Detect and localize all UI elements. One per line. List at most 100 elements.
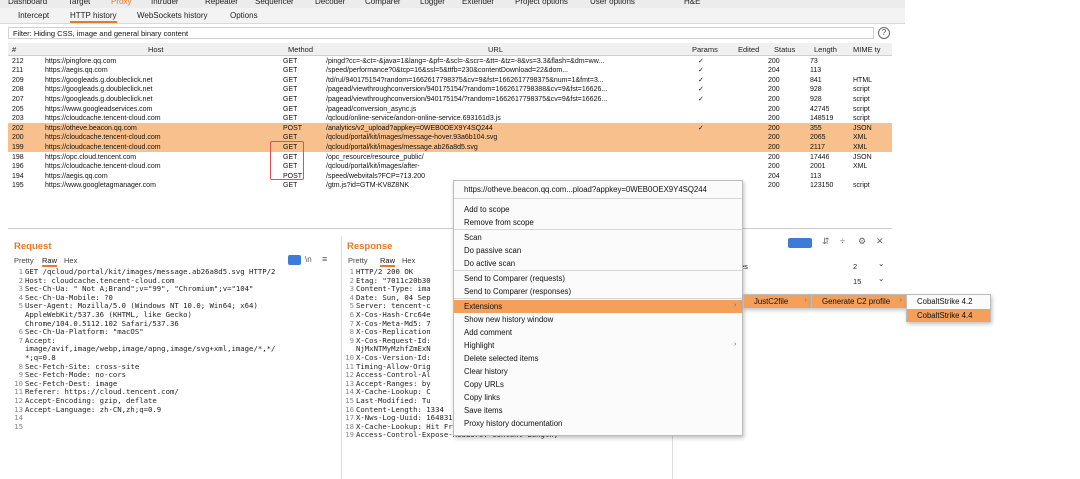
top-menu-item[interactable]: Comparer [365, 0, 401, 6]
request-editor[interactable]: 1 GET /qcloud/portal/kit/images/message.a… [14, 268, 339, 473]
cell-host: https://cloudcache.tencent-cloud.com [45, 163, 161, 171]
top-menu-item[interactable]: Project options [515, 0, 568, 6]
table-row[interactable]: 200 https://cloudcache.tencent-cloud.com G… [8, 132, 892, 143]
cell-host: https://googleads.g.doubleclick.net [45, 95, 153, 103]
context-menu-item[interactable]: Do active scan [454, 257, 742, 270]
table-row[interactable]: 207 https://googleads.g.doubleclick.net GE… [8, 94, 892, 104]
cell-length: 17446 [810, 153, 830, 161]
table-row[interactable]: 212 https://pingfore.qq.com GET/pingd?cc=-… [8, 56, 892, 66]
table-row[interactable]: 199 https://cloudcache.tencent-cloud.com G… [8, 142, 892, 152]
request-tab-raw[interactable]: Raw [42, 256, 58, 267]
context-menu-item[interactable]: Send to Comparer (responses) [454, 285, 742, 298]
context-menu-item[interactable]: Save items [454, 404, 742, 417]
table-row[interactable]: 208 https://googleads.g.doubleclick.net GE… [8, 85, 892, 95]
tab-options[interactable]: Options [230, 11, 258, 20]
context-menu-item[interactable]: Highlight [454, 339, 742, 352]
extensions-submenu: JustC2file › [743, 294, 811, 308]
tab-websockets-history[interactable]: WebSockets history [137, 11, 208, 20]
top-menu-item[interactable]: Target [68, 0, 90, 6]
tab-intercept[interactable]: Intercept [18, 11, 49, 20]
submenu-item[interactable]: Generate C2 profile [812, 295, 905, 308]
cell-status: 200 [768, 143, 780, 151]
split-icon[interactable]: ⇵ [822, 236, 830, 247]
top-menu-item[interactable]: Sequencer [255, 0, 294, 6]
context-menu-item[interactable]: Scan [454, 231, 742, 244]
context-menu-item[interactable]: Do passive scan [454, 244, 742, 257]
gear-icon[interactable]: ⚙ [858, 236, 866, 247]
help-icon[interactable]: ? [878, 27, 890, 39]
context-menu-item[interactable]: Add to scope [454, 203, 742, 216]
top-menu-item[interactable]: User options [590, 0, 635, 6]
table-row[interactable]: 209 https://googleads.g.doubleclick.net GE… [8, 75, 892, 85]
request-tab-pretty[interactable]: Pretty [14, 256, 34, 265]
submenu-item[interactable]: JustC2file [744, 295, 810, 308]
top-menu-item[interactable]: Repeater [205, 0, 238, 6]
response-tab-raw[interactable]: Raw [380, 256, 396, 267]
newline-toggle-icon[interactable]: \n [305, 255, 312, 264]
column-header[interactable]: Edited [738, 45, 759, 54]
cell-params: ✓ [698, 57, 704, 65]
table-row[interactable]: 202 https://otheve.beacon.qq.com POST/anal… [8, 123, 892, 133]
column-header[interactable]: Length [814, 45, 837, 54]
submenu-item[interactable]: CobaltStrike 4.2 [907, 295, 990, 308]
line-number: 5 [18, 301, 23, 311]
context-menu-item[interactable]: Copy URLs [454, 378, 742, 391]
context-menu-item[interactable]: Delete selected items [454, 352, 742, 365]
column-header[interactable]: Host [148, 45, 163, 54]
top-menu-item[interactable]: H&E [684, 0, 700, 6]
response-tab-pretty[interactable]: Pretty [348, 256, 368, 265]
cell-status: 200 [768, 115, 780, 123]
top-menu-item[interactable]: Extender [462, 0, 494, 6]
context-menu-item[interactable]: Show new history window [454, 313, 742, 326]
cell-url: /qcloud/online-service/andon-online-serv… [326, 115, 501, 123]
cell-host: https://cloudcache.tencent-cloud.com [45, 115, 161, 123]
column-header[interactable]: URL [488, 45, 503, 54]
cell-n: 203 [12, 115, 24, 123]
top-menu-item[interactable]: Intruder [151, 0, 179, 6]
context-menu-item[interactable]: Clear history [454, 365, 742, 378]
table-row[interactable]: 194 https://aegis.qq.com POST/speed/webvit… [8, 171, 892, 181]
column-header[interactable]: Params [692, 45, 718, 54]
tab-http-history[interactable]: HTTP history [70, 11, 117, 23]
filter-bar[interactable]: Filter: Hiding CSS, image and general bi… [8, 27, 874, 39]
context-menu-item[interactable]: Send to Comparer (requests) [454, 272, 742, 285]
cell-host: https://pingfore.qq.com [45, 57, 117, 65]
cell-length: 2065 [810, 134, 826, 142]
column-header[interactable]: Method [288, 45, 313, 54]
divide-icon[interactable]: ÷ [840, 236, 845, 246]
context-menu-item[interactable]: Add comment [454, 326, 742, 339]
cell-mime: JSON [853, 124, 872, 132]
cell-length: 928 [810, 86, 822, 94]
table-row[interactable]: 195 https://www.googletagmanager.com GET/g… [8, 181, 892, 191]
top-menu-item[interactable]: Proxy [111, 0, 131, 6]
column-header[interactable]: MIME ty [853, 45, 881, 54]
top-menu-item[interactable]: Decoder [315, 0, 345, 6]
table-row[interactable]: 198 https://opc.cloud.tencent.com GET/opc_… [8, 152, 892, 162]
response-tab-hex[interactable]: Hex [402, 256, 415, 265]
line-number: 7 [18, 335, 23, 345]
request-tab-hex[interactable]: Hex [64, 256, 77, 265]
close-icon[interactable]: ✕ [876, 236, 884, 247]
top-menu-item[interactable]: Dashboard [8, 0, 47, 6]
chevron-down-icon[interactable]: ⌄ [878, 274, 884, 283]
layout-toggle-icon[interactable] [788, 238, 812, 248]
cell-host: https://otheve.beacon.qq.com [45, 124, 137, 132]
context-menu-item[interactable]: Extensions [454, 300, 742, 313]
column-header[interactable]: Status [774, 45, 795, 54]
top-menu-item[interactable]: Logger [420, 0, 445, 6]
menu-icon[interactable]: ≡ [322, 254, 327, 264]
table-row[interactable]: 205 https://www.googleadservices.com GET/p… [8, 104, 892, 114]
context-menu-item[interactable]: Remove from scope [454, 216, 742, 229]
table-row[interactable]: 196 https://cloudcache.tencent-cloud.com G… [8, 162, 892, 172]
table-row[interactable]: 203 https://cloudcache.tencent-cloud.com G… [8, 114, 892, 124]
request-toolbar-icon[interactable] [288, 255, 301, 265]
cell-n: 195 [12, 182, 24, 190]
column-header[interactable]: # [12, 45, 16, 54]
context-menu-item[interactable]: Copy links [454, 391, 742, 404]
cell-n: 194 [12, 172, 24, 180]
chevron-down-icon[interactable]: ⌄ [878, 259, 884, 268]
table-row[interactable]: 211 https://aegis.qq.com GET/speed/perform… [8, 66, 892, 76]
context-menu-item[interactable]: Proxy history documentation [454, 417, 742, 430]
submenu-item[interactable]: CobaltStrike 4.4 [907, 309, 990, 322]
response-tabs: Pretty Raw Hex [348, 256, 468, 267]
